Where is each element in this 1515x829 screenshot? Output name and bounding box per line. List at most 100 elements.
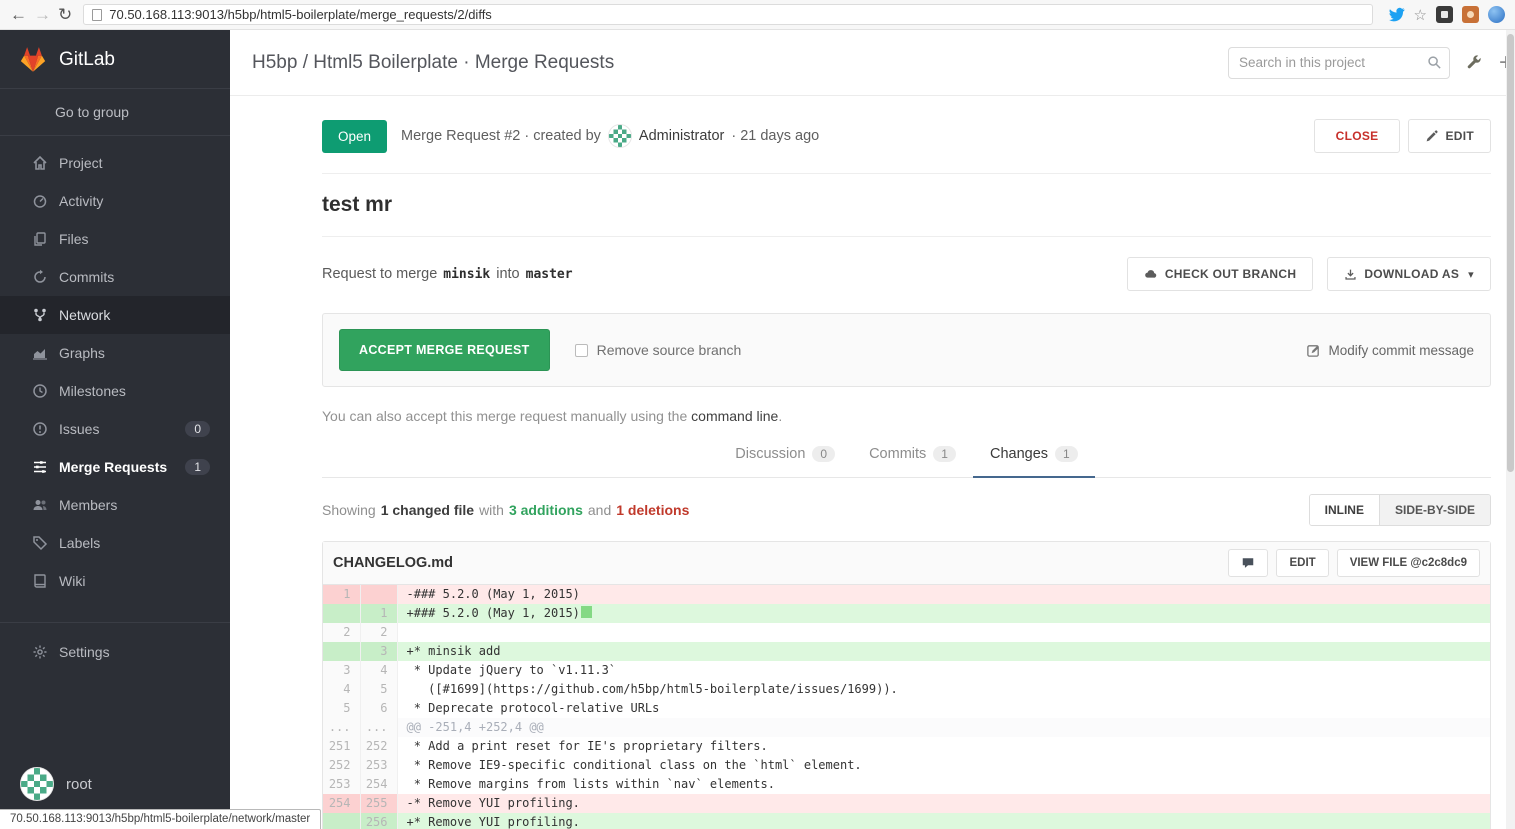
sidebar-item-wiki[interactable]: Wiki (0, 562, 230, 600)
admin-wrench-icon[interactable] (1466, 54, 1483, 71)
new-line-number[interactable]: 2 (360, 623, 397, 642)
tab-discussion[interactable]: Discussion0 (718, 432, 852, 478)
scrollbar-thumb[interactable] (1507, 34, 1514, 472)
new-line-number[interactable]: 252 (360, 737, 397, 756)
commits-icon (32, 269, 48, 285)
new-line-number[interactable] (360, 585, 397, 604)
new-line-number[interactable]: ... (360, 718, 397, 737)
remove-source-branch-option[interactable]: Remove source branch (575, 342, 742, 358)
mr-tabs: Discussion0Commits1Changes1 (322, 432, 1491, 478)
tab-count-badge: 0 (812, 446, 835, 462)
sidebar-item-files[interactable]: Files (0, 220, 230, 258)
mr-state-row: Open Merge Request #2 · created by Admin… (322, 96, 1491, 174)
bookmark-star-icon[interactable]: ☆ (1414, 6, 1427, 24)
old-line-number[interactable]: 3 (323, 661, 360, 680)
issues-icon (32, 421, 48, 437)
diff-line: 1-### 5.2.0 (May 1, 2015) (323, 585, 1490, 604)
diff-line: 34 * Update jQuery to `v1.11.3` (323, 661, 1490, 680)
sidebar-item-labels[interactable]: Labels (0, 524, 230, 562)
check-out-branch-button[interactable]: CHECK OUT BRANCH (1127, 257, 1313, 291)
user-avatar (20, 767, 54, 801)
sidebar-item-label: Wiki (59, 573, 85, 589)
new-line-number[interactable]: 253 (360, 756, 397, 775)
accept-merge-request-button[interactable]: ACCEPT MERGE REQUEST (339, 329, 550, 371)
file-name[interactable]: CHANGELOG.md (333, 555, 453, 571)
extension-icon-1[interactable] (1436, 6, 1453, 23)
mr-meta: Merge Request #2 · created by Administra… (401, 124, 819, 148)
sidebar-item-label: Project (59, 155, 103, 171)
browser-back-icon[interactable]: ← (10, 6, 27, 23)
browser-url-bar[interactable]: 70.50.168.113:9013/h5bp/html5-boilerplat… (83, 4, 1372, 25)
old-line-number[interactable] (323, 642, 360, 661)
command-line-link[interactable]: command line (691, 408, 778, 424)
diff-line: 56 * Deprecate protocol-relative URLs (323, 699, 1490, 718)
new-line-number[interactable]: 3 (360, 642, 397, 661)
diff-line-code: ([#1699](https://github.com/h5bp/html5-b… (397, 680, 1490, 699)
activity-icon (32, 193, 48, 209)
old-line-number[interactable]: 253 (323, 775, 360, 794)
old-line-number[interactable]: ... (323, 718, 360, 737)
new-line-number[interactable]: 255 (360, 794, 397, 813)
old-line-number[interactable]: 5 (323, 699, 360, 718)
inline-view-button[interactable]: INLINE (1310, 495, 1379, 525)
new-line-number[interactable]: 1 (360, 604, 397, 623)
side-by-side-view-button[interactable]: SIDE-BY-SIDE (1379, 495, 1490, 525)
diff-file: CHANGELOG.md EDIT VIEW FILE @c2c8dc9 1-#… (322, 541, 1491, 829)
twitter-icon[interactable] (1388, 6, 1405, 23)
sidebar-item-activity[interactable]: Activity (0, 182, 230, 220)
sidebar-item-label: Files (59, 231, 89, 247)
browser-url[interactable]: 70.50.168.113:9013/h5bp/html5-boilerplat… (109, 7, 492, 22)
sidebar-item-graphs[interactable]: Graphs (0, 334, 230, 372)
old-line-number[interactable] (323, 604, 360, 623)
diff-line-code: -* Remove YUI profiling. (397, 794, 1490, 813)
new-line-number[interactable]: 4 (360, 661, 397, 680)
sidebar-item-commits[interactable]: Commits (0, 258, 230, 296)
author-name[interactable]: Administrator (639, 128, 724, 144)
sidebar-item-members[interactable]: Members (0, 486, 230, 524)
toggle-comments-button[interactable] (1228, 549, 1268, 577)
user-name: root (66, 776, 92, 793)
close-mr-button[interactable]: CLOSE (1314, 119, 1401, 153)
tab-commits[interactable]: Commits1 (852, 432, 973, 478)
old-line-number[interactable]: 4 (323, 680, 360, 699)
mr-request-row: Request to merge minsik into master CHEC… (322, 237, 1491, 313)
search-input[interactable] (1228, 47, 1450, 79)
network-icon (32, 307, 48, 323)
page-scrollbar[interactable] (1506, 30, 1515, 829)
browser-refresh-icon[interactable]: ↻ (58, 6, 72, 23)
gitlab-home-link[interactable]: GitLab (0, 30, 230, 89)
extension-icon-2[interactable] (1462, 6, 1479, 23)
edit-file-button[interactable]: EDIT (1276, 549, 1328, 577)
sidebar-item-project[interactable]: Project (0, 144, 230, 182)
old-line-number[interactable]: 2 (323, 623, 360, 642)
home-icon (32, 155, 48, 171)
new-line-number[interactable]: 254 (360, 775, 397, 794)
sidebar-item-network[interactable]: Network (0, 296, 230, 334)
remove-source-branch-checkbox[interactable] (575, 344, 588, 357)
tab-changes[interactable]: Changes1 (973, 432, 1095, 478)
diff-line-code: +* minsik add (397, 642, 1490, 661)
old-line-number[interactable] (323, 813, 360, 829)
old-line-number[interactable]: 252 (323, 756, 360, 775)
new-line-number[interactable]: 256 (360, 813, 397, 829)
modify-commit-message-link[interactable]: Modify commit message (1306, 343, 1474, 358)
old-line-number[interactable]: 1 (323, 585, 360, 604)
sidebar-item-milestones[interactable]: Milestones (0, 372, 230, 410)
count-badge: 0 (185, 421, 210, 437)
browser-profile-icon[interactable] (1488, 6, 1505, 23)
diff-table-body: 1-### 5.2.0 (May 1, 2015)1+### 5.2.0 (Ma… (323, 585, 1490, 829)
browser-forward-icon[interactable]: → (34, 6, 51, 23)
sidebar-item-merge-requests[interactable]: Merge Requests1 (0, 448, 230, 486)
new-line-number[interactable]: 6 (360, 699, 397, 718)
edit-mr-button[interactable]: EDIT (1408, 119, 1491, 153)
old-line-number[interactable]: 251 (323, 737, 360, 756)
download-as-button[interactable]: DOWNLOAD AS ▾ (1327, 257, 1491, 291)
old-line-number[interactable]: 254 (323, 794, 360, 813)
view-file-button[interactable]: VIEW FILE @c2c8dc9 (1337, 549, 1480, 577)
sidebar-item-settings[interactable]: Settings (0, 633, 230, 671)
new-line-number[interactable]: 5 (360, 680, 397, 699)
current-user-row[interactable]: root (0, 767, 230, 801)
author-avatar[interactable] (608, 124, 632, 148)
sidebar-item-issues[interactable]: Issues0 (0, 410, 230, 448)
go-to-group-link[interactable]: Go to group (0, 89, 230, 136)
